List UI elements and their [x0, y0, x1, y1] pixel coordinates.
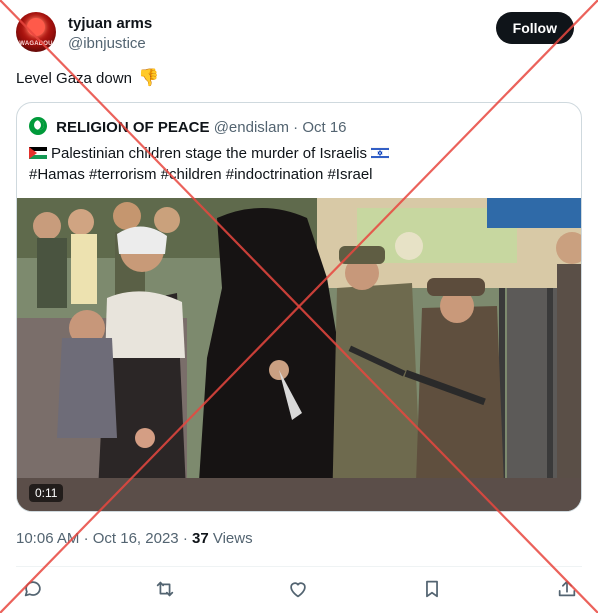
thumbs-down-icon: 👎: [138, 68, 160, 87]
author-display-name[interactable]: tyjuan arms: [68, 15, 152, 32]
bookmark-button[interactable]: [421, 578, 445, 602]
meta-separator-2: ·: [182, 530, 188, 547]
tweet-text-content: Level Gaza down: [16, 70, 132, 87]
post-date[interactable]: Oct 16, 2023: [93, 530, 179, 547]
retweet-icon: [156, 581, 174, 597]
divider: [16, 566, 582, 567]
meta-separator-1: ·: [83, 530, 89, 547]
author-avatar[interactable]: WAGADOU: [16, 12, 56, 52]
quote-display-name[interactable]: RELIGION OF PEACE: [56, 119, 209, 136]
video-duration: 0:11: [29, 484, 64, 502]
bookmark-icon: [426, 580, 438, 598]
video-player[interactable]: 0:11: [17, 198, 581, 511]
quote-header: RELIGION OF PEACE @endislam · Oct 16: [29, 117, 347, 137]
avatar-glyph-icon: [27, 18, 45, 36]
views-label: Views: [212, 530, 253, 547]
quote-avatar-icon[interactable]: [29, 117, 47, 135]
views-count: 37: [191, 530, 209, 547]
quote-handle[interactable]: @endislam: [214, 119, 289, 136]
post-meta: 10:06 AM · Oct 16, 2023 · 37 Views: [16, 530, 253, 547]
israel-flag-icon: [371, 147, 389, 159]
post-time[interactable]: 10:06 AM: [16, 530, 79, 547]
like-button[interactable]: [287, 578, 311, 602]
author-handle[interactable]: @ibnjustice: [68, 35, 146, 52]
follow-button[interactable]: Follow: [495, 12, 574, 44]
tweet-text: Level Gaza down 👎: [16, 68, 159, 89]
reply-icon: [24, 581, 41, 597]
action-bar: [16, 575, 582, 605]
share-button[interactable]: [556, 578, 580, 602]
video-frame: [17, 198, 581, 511]
quote-hashtags[interactable]: #Hamas #terrorism #children #indoctrinat…: [29, 164, 569, 185]
quote-date[interactable]: Oct 16: [302, 119, 346, 136]
avatar-logo-icon: WAGADOU: [19, 41, 53, 47]
retweet-button[interactable]: [154, 578, 178, 602]
quote-body: Palestinian children stage the murder of…: [29, 143, 569, 185]
post-header: WAGADOU tyjuan arms @ibnjustice Follow: [16, 12, 574, 56]
quote-line-1: Palestinian children stage the murder of…: [29, 143, 569, 164]
palestine-flag-icon: [29, 147, 47, 159]
like-icon: [290, 582, 306, 598]
quote-text: Palestinian children stage the murder of…: [51, 145, 367, 162]
quoted-tweet-card[interactable]: RELIGION OF PEACE @endislam · Oct 16 Pal…: [16, 102, 582, 512]
reply-button[interactable]: [22, 578, 46, 602]
share-icon: [558, 580, 576, 597]
quote-separator: ·: [293, 119, 299, 136]
